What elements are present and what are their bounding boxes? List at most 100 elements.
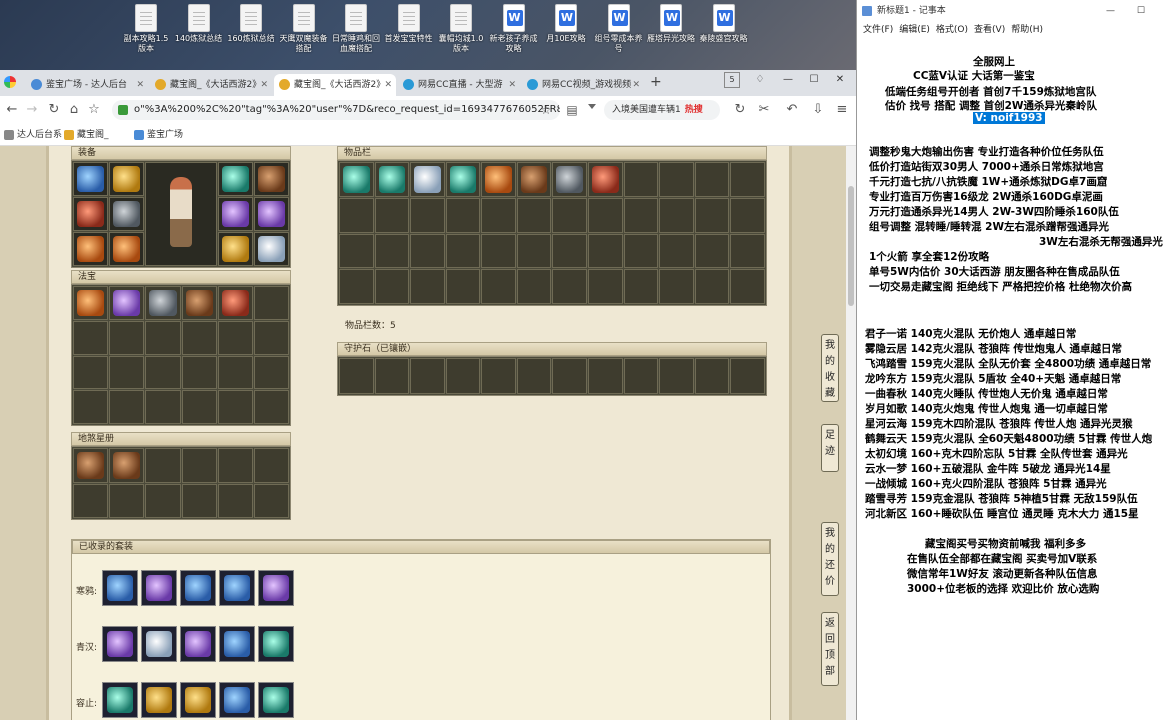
bookmark-item[interactable]: 藏宝阁_ bbox=[64, 128, 109, 142]
collection-slot[interactable] bbox=[109, 483, 145, 518]
inventory-slot[interactable] bbox=[552, 269, 588, 304]
side-nav-button[interactable]: 我的收藏 bbox=[821, 334, 839, 402]
inventory-slot[interactable] bbox=[588, 269, 623, 304]
maximize-button[interactable]: ☐ bbox=[806, 72, 822, 88]
suit-piece[interactable] bbox=[141, 682, 177, 718]
equip-slot[interactable] bbox=[254, 197, 289, 231]
inventory-slot[interactable] bbox=[445, 162, 481, 197]
minimize-button[interactable]: — bbox=[780, 72, 796, 88]
inventory-slot[interactable] bbox=[374, 233, 410, 269]
inventory-slot[interactable] bbox=[410, 162, 445, 197]
browser-tab[interactable]: 网易CC视频_游戏视频 ✕ bbox=[522, 74, 644, 96]
fabao-slot[interactable] bbox=[181, 320, 217, 355]
fabao-slot[interactable] bbox=[109, 390, 145, 424]
inventory-slot[interactable] bbox=[516, 162, 552, 197]
equip-slot[interactable] bbox=[218, 197, 253, 231]
inventory-slot[interactable] bbox=[623, 233, 659, 269]
inventory-slot[interactable] bbox=[552, 162, 588, 197]
notepad-menu-item[interactable]: 查看(V) bbox=[974, 25, 1005, 35]
inventory-slot[interactable] bbox=[339, 269, 374, 304]
fabao-slot[interactable] bbox=[217, 390, 253, 424]
fabao-slot[interactable] bbox=[253, 390, 289, 424]
collection-slot[interactable] bbox=[109, 448, 145, 483]
inventory-slot[interactable] bbox=[481, 162, 516, 197]
menu-icon[interactable]: ≡ bbox=[834, 102, 850, 118]
suit-piece[interactable] bbox=[219, 626, 255, 662]
collection-slot[interactable] bbox=[253, 483, 289, 518]
inventory-slot[interactable] bbox=[410, 233, 445, 269]
inventory-slot[interactable] bbox=[552, 233, 588, 269]
new-tab-button[interactable]: + bbox=[650, 74, 662, 90]
suit-piece[interactable] bbox=[258, 570, 294, 606]
suit-piece[interactable] bbox=[180, 570, 216, 606]
inventory-slot[interactable] bbox=[516, 233, 552, 269]
chevron-down-icon[interactable] bbox=[588, 104, 596, 109]
fabao-slot[interactable] bbox=[217, 355, 253, 390]
suit-piece[interactable] bbox=[258, 626, 294, 662]
collection-slot[interactable] bbox=[181, 483, 217, 518]
guard-slot[interactable] bbox=[410, 358, 445, 394]
refresh-icon[interactable]: ↻ bbox=[46, 102, 62, 118]
inventory-slot[interactable] bbox=[588, 233, 623, 269]
tab-close-icon[interactable]: ✕ bbox=[632, 74, 640, 96]
suit-piece[interactable] bbox=[219, 682, 255, 718]
collection-slot[interactable] bbox=[253, 448, 289, 483]
inventory-slot[interactable] bbox=[659, 233, 694, 269]
inventory-slot[interactable] bbox=[481, 233, 516, 269]
equip-slot[interactable] bbox=[254, 232, 289, 266]
suit-piece[interactable] bbox=[180, 682, 216, 718]
inventory-slot[interactable] bbox=[694, 162, 730, 197]
equip-slot[interactable] bbox=[109, 232, 144, 266]
inventory-slot[interactable] bbox=[445, 197, 481, 233]
undo-icon[interactable]: ↶ bbox=[784, 102, 800, 118]
cut-icon[interactable]: ✂ bbox=[756, 102, 772, 118]
browser-tab[interactable]: 网易CC直播 - 大型游 ✕ bbox=[398, 74, 520, 96]
inventory-slot[interactable] bbox=[623, 269, 659, 304]
desktop-file-icon[interactable]: 雁塔异光攻略 bbox=[645, 4, 697, 44]
inventory-slot[interactable] bbox=[374, 162, 410, 197]
desktop-file-icon[interactable]: 天鹰双魔装备搭配 bbox=[278, 4, 330, 54]
guard-slot[interactable] bbox=[516, 358, 552, 394]
desktop-file-icon[interactable]: 囊帽均城1.0版本 bbox=[435, 4, 487, 54]
suit-piece[interactable] bbox=[219, 570, 255, 606]
inventory-slot[interactable] bbox=[730, 162, 765, 197]
tab-close-icon[interactable]: ✕ bbox=[136, 74, 144, 96]
fabao-slot[interactable] bbox=[217, 320, 253, 355]
desktop-file-icon[interactable]: 新老孩子养成攻略 bbox=[488, 4, 540, 54]
notepad-menu-item[interactable]: 帮助(H) bbox=[1011, 25, 1043, 35]
forward-icon[interactable]: → bbox=[24, 102, 40, 118]
page-scrollbar[interactable] bbox=[846, 146, 856, 720]
fabao-slot[interactable] bbox=[145, 286, 181, 320]
fabao-slot[interactable] bbox=[253, 355, 289, 390]
inventory-slot[interactable] bbox=[481, 197, 516, 233]
suit-piece[interactable] bbox=[102, 626, 138, 662]
notepad-menu-item[interactable]: 编辑(E) bbox=[899, 25, 930, 35]
home-icon[interactable]: ⌂ bbox=[66, 102, 82, 118]
desktop-file-icon[interactable]: 140炼狱总结 bbox=[173, 4, 225, 44]
fabao-slot[interactable] bbox=[181, 355, 217, 390]
fabao-slot[interactable] bbox=[145, 390, 181, 424]
browser-tab[interactable]: 鉴宝广场 - 达人后台 ✕ bbox=[26, 74, 148, 96]
inventory-slot[interactable] bbox=[588, 197, 623, 233]
refresh-search-icon[interactable]: ↻ bbox=[732, 102, 748, 118]
inventory-slot[interactable] bbox=[445, 233, 481, 269]
equip-slot[interactable] bbox=[218, 232, 253, 266]
bookmark-star-icon[interactable]: ☆ bbox=[86, 102, 102, 118]
fabao-slot[interactable] bbox=[73, 355, 109, 390]
inventory-slot[interactable] bbox=[694, 269, 730, 304]
notepad-minimize-button[interactable]: — bbox=[1106, 0, 1115, 22]
tab-close-icon[interactable]: ✕ bbox=[508, 74, 516, 96]
inventory-slot[interactable] bbox=[552, 197, 588, 233]
desktop-file-icon[interactable]: 组号零成本养号 bbox=[593, 4, 645, 54]
fabao-slot[interactable] bbox=[145, 320, 181, 355]
guard-slot[interactable] bbox=[445, 358, 481, 394]
browser-tab[interactable]: 藏宝阁_《大话西游2》 ✕ bbox=[150, 74, 272, 96]
fabao-slot[interactable] bbox=[181, 286, 217, 320]
inventory-slot[interactable] bbox=[694, 197, 730, 233]
tab-close-icon[interactable]: ✕ bbox=[260, 74, 268, 96]
bookmark-item[interactable]: 达人后台系 bbox=[4, 128, 62, 142]
desktop-file-icon[interactable]: 首发宝宝特性 bbox=[383, 4, 435, 44]
equip-slot[interactable] bbox=[109, 162, 144, 196]
notepad-menu-item[interactable]: 格式(O) bbox=[936, 25, 968, 35]
inventory-slot[interactable] bbox=[588, 162, 623, 197]
